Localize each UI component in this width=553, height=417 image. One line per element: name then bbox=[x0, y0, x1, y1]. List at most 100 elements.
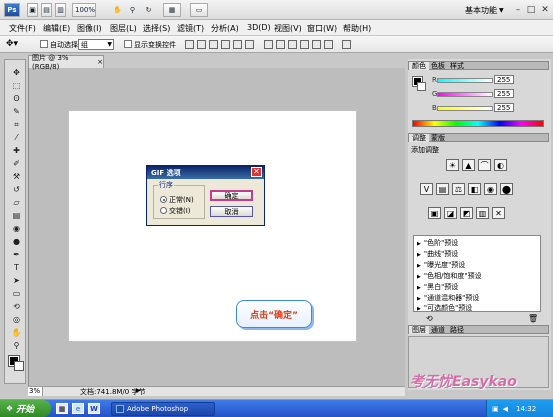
radio-interlaced[interactable] bbox=[160, 207, 167, 214]
document-tab[interactable]: 图片 @ 3%(RGB/8) × bbox=[28, 54, 104, 71]
preset-item-black-white[interactable]: ▶ "黑白"预设 bbox=[417, 282, 458, 292]
rotate-view-icon[interactable]: ↻ bbox=[143, 3, 154, 17]
b-value-input[interactable]: 255 bbox=[494, 103, 514, 112]
align-hcenter-icon[interactable] bbox=[233, 40, 242, 49]
pen-tool-icon[interactable]: ✒ bbox=[11, 250, 22, 259]
tab-styles[interactable]: 样式 bbox=[447, 62, 467, 70]
dodge-tool-icon[interactable]: ● bbox=[11, 237, 22, 246]
curves-icon[interactable]: ⌒ bbox=[478, 159, 491, 171]
r-slider[interactable] bbox=[437, 78, 493, 83]
preset-item-curves[interactable]: ▶ "曲线"预设 bbox=[417, 249, 458, 259]
menu-3d[interactable]: 3D(D) bbox=[247, 23, 271, 32]
tab-layers[interactable]: 图层 bbox=[409, 326, 429, 334]
zoom-level-select[interactable]: 100% bbox=[72, 3, 96, 17]
healing-brush-tool-icon[interactable]: ✚ bbox=[11, 146, 22, 155]
color-balance-icon[interactable]: ⚖ bbox=[452, 183, 465, 195]
distribute-vcenter-icon[interactable] bbox=[276, 40, 285, 49]
quicklaunch-desktop-icon[interactable]: ▦ bbox=[56, 403, 68, 414]
menu-window[interactable]: 窗口(W) bbox=[307, 23, 337, 34]
type-tool-icon[interactable]: T bbox=[11, 263, 22, 272]
blur-tool-icon[interactable]: ◉ bbox=[11, 224, 22, 233]
background-color-swatch[interactable] bbox=[14, 361, 24, 371]
distribute-top-icon[interactable] bbox=[264, 40, 273, 49]
tab-adjustments[interactable]: 调整 bbox=[409, 134, 429, 142]
marquee-tool-icon[interactable]: ⬚ bbox=[11, 81, 22, 90]
crop-tool-icon[interactable]: ⌗ bbox=[11, 120, 22, 129]
adjustment-return-icon[interactable]: ⟲ bbox=[426, 314, 433, 323]
menu-filter[interactable]: 滤镜(T) bbox=[177, 23, 204, 34]
vibrance-icon[interactable]: V bbox=[420, 183, 433, 195]
tab-masks[interactable]: 蒙版 bbox=[428, 134, 448, 142]
levels-icon[interactable]: ▲ bbox=[462, 159, 475, 171]
shape-tool-icon[interactable]: ▭ bbox=[11, 289, 22, 298]
photo-filter-icon[interactable]: ◉ bbox=[484, 183, 497, 195]
3d-rotate-tool-icon[interactable]: ⟲ bbox=[11, 302, 22, 311]
g-slider[interactable] bbox=[437, 92, 493, 97]
hand-tool-icon[interactable]: ✋ bbox=[112, 3, 123, 17]
align-bottom-icon[interactable] bbox=[209, 40, 218, 49]
quicklaunch-ie-icon[interactable]: e bbox=[72, 403, 84, 414]
menu-edit[interactable]: 编辑(E) bbox=[43, 23, 70, 34]
show-transform-checkbox[interactable] bbox=[124, 40, 132, 48]
auto-align-icon[interactable] bbox=[342, 40, 351, 49]
auto-select-checkbox[interactable] bbox=[40, 40, 48, 48]
hand-tool-panel-icon[interactable]: ✋ bbox=[11, 328, 22, 337]
document-canvas[interactable] bbox=[68, 110, 357, 342]
tab-paths[interactable]: 路径 bbox=[447, 326, 467, 334]
menu-analysis[interactable]: 分析(A) bbox=[211, 23, 239, 34]
g-value-input[interactable]: 255 bbox=[494, 89, 514, 98]
status-menu-icon[interactable]: ▶ bbox=[136, 387, 141, 394]
workspace-switcher[interactable]: 基本功能 ▼ bbox=[465, 5, 504, 16]
channel-mixer-icon[interactable]: ⬤ bbox=[500, 183, 513, 195]
tray-volume-icon[interactable]: ◀ bbox=[503, 405, 508, 413]
posterize-icon[interactable]: ◪ bbox=[444, 207, 457, 219]
eyedropper-tool-icon[interactable]: ⁄ bbox=[11, 133, 22, 142]
preset-item-selective-color[interactable]: ▶ "可选颜色"预设 bbox=[417, 303, 472, 313]
taskbar-photoshop-button[interactable]: Adobe Photoshop bbox=[111, 402, 215, 416]
eraser-tool-icon[interactable]: ▱ bbox=[11, 198, 22, 207]
3d-orbit-tool-icon[interactable]: ◎ bbox=[11, 315, 22, 324]
distribute-left-icon[interactable] bbox=[300, 40, 309, 49]
cancel-button[interactable]: 取消 bbox=[210, 206, 253, 217]
brush-tool-icon[interactable]: ✐ bbox=[11, 159, 22, 168]
menu-help[interactable]: 帮助(H) bbox=[343, 23, 371, 34]
menu-view[interactable]: 视图(V) bbox=[274, 23, 302, 34]
zoom-status[interactable]: 3% bbox=[28, 387, 43, 396]
adjustment-trash-icon[interactable]: 🗑 bbox=[528, 314, 538, 323]
exposure-icon[interactable]: ◐ bbox=[494, 159, 507, 171]
quicklaunch-word-icon[interactable]: W bbox=[88, 403, 100, 414]
document-tab-close-icon[interactable]: × bbox=[97, 58, 103, 66]
zoom-tool-panel-icon[interactable]: ⚲ bbox=[11, 341, 22, 350]
close-icon[interactable]: ✕ bbox=[539, 4, 551, 15]
distribute-bottom-icon[interactable] bbox=[288, 40, 297, 49]
gradient-tool-icon[interactable]: ▤ bbox=[11, 211, 22, 220]
start-button[interactable]: ❖ 开始 bbox=[0, 400, 51, 417]
dialog-close-icon[interactable]: ✕ bbox=[251, 167, 262, 177]
r-value-input[interactable]: 255 bbox=[494, 75, 514, 84]
zoom-tool-icon[interactable]: ⚲ bbox=[127, 3, 138, 17]
minimize-icon[interactable]: – bbox=[512, 4, 524, 15]
invert-icon[interactable]: ▣ bbox=[428, 207, 441, 219]
tab-swatches[interactable]: 色板 bbox=[428, 62, 448, 70]
gradient-map-icon[interactable]: ▥ bbox=[476, 207, 489, 219]
tab-channels[interactable]: 通道 bbox=[428, 326, 448, 334]
hue-saturation-icon[interactable]: ▤ bbox=[436, 183, 449, 195]
auto-select-target-select[interactable]: 组 ▼ bbox=[78, 39, 114, 50]
tray-clock[interactable]: 14:32 bbox=[516, 405, 536, 413]
menu-file[interactable]: 文件(F) bbox=[9, 23, 36, 34]
menu-image[interactable]: 图像(I) bbox=[77, 23, 102, 34]
threshold-icon[interactable]: ◩ bbox=[460, 207, 473, 219]
menu-select[interactable]: 选择(S) bbox=[143, 23, 170, 34]
mini-bridge-icon[interactable]: ▤ bbox=[41, 3, 52, 17]
path-select-tool-icon[interactable]: ➤ bbox=[11, 276, 22, 285]
align-top-icon[interactable] bbox=[185, 40, 194, 49]
preset-item-levels[interactable]: ▶ "色阶"预设 bbox=[417, 238, 458, 248]
view-extras-icon[interactable]: ▥ bbox=[55, 3, 66, 17]
preset-item-hue-saturation[interactable]: ▶ "色相/饱和度"预设 bbox=[417, 271, 482, 281]
tab-color[interactable]: 颜色 bbox=[409, 62, 429, 70]
screen-mode-icon[interactable]: ▭ bbox=[190, 3, 208, 17]
move-tool-preset-icon[interactable]: ✥▾ bbox=[6, 39, 18, 49]
align-vcenter-icon[interactable] bbox=[197, 40, 206, 49]
ps-logo-icon[interactable]: Ps bbox=[4, 3, 20, 17]
clone-stamp-tool-icon[interactable]: ⚒ bbox=[11, 172, 22, 181]
